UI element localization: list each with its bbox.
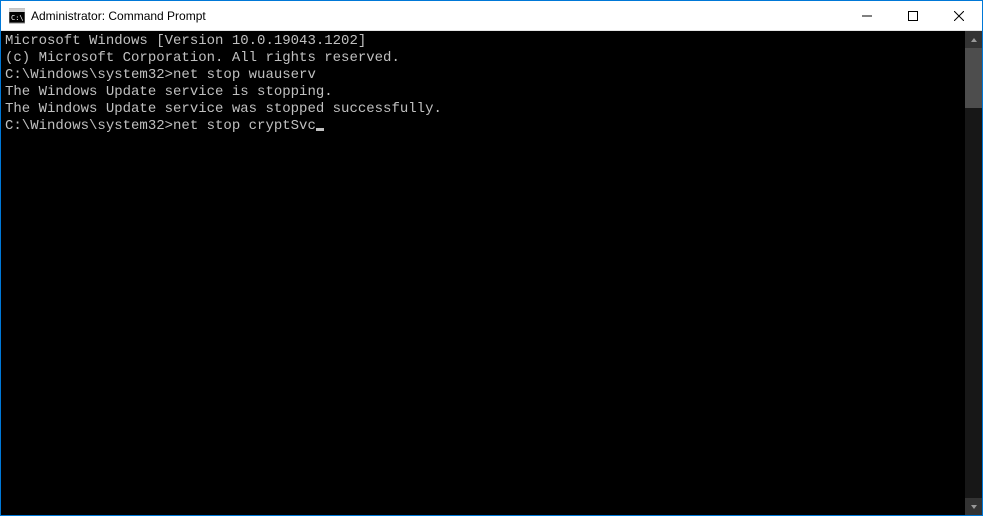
close-button[interactable] [936, 1, 982, 30]
command-prompt-window: C:\ Administrator: Command Prompt Micros… [1, 1, 982, 515]
terminal-line: C:\Windows\system32>net stop wuauserv [5, 67, 965, 84]
window-title: Administrator: Command Prompt [31, 9, 206, 23]
vertical-scrollbar[interactable] [965, 31, 982, 515]
scroll-thumb[interactable] [965, 48, 982, 108]
text-cursor [316, 128, 324, 131]
terminal-line: C:\Windows\system32>net stop cryptSvc [5, 118, 965, 135]
cmd-icon: C:\ [9, 8, 25, 24]
scroll-track[interactable] [965, 48, 982, 498]
terminal-line: The Windows Update service was stopped s… [5, 101, 965, 118]
maximize-button[interactable] [890, 1, 936, 30]
terminal-output[interactable]: Microsoft Windows [Version 10.0.19043.12… [1, 31, 965, 515]
svg-text:C:\: C:\ [11, 14, 24, 22]
terminal-line: Microsoft Windows [Version 10.0.19043.12… [5, 33, 965, 50]
minimize-button[interactable] [844, 1, 890, 30]
scroll-down-button[interactable] [965, 498, 982, 515]
terminal-line: (c) Microsoft Corporation. All rights re… [5, 50, 965, 67]
window-controls [844, 1, 982, 30]
terminal-line: The Windows Update service is stopping. [5, 84, 965, 101]
titlebar[interactable]: C:\ Administrator: Command Prompt [1, 1, 982, 31]
scroll-up-button[interactable] [965, 31, 982, 48]
terminal-area: Microsoft Windows [Version 10.0.19043.12… [1, 31, 982, 515]
